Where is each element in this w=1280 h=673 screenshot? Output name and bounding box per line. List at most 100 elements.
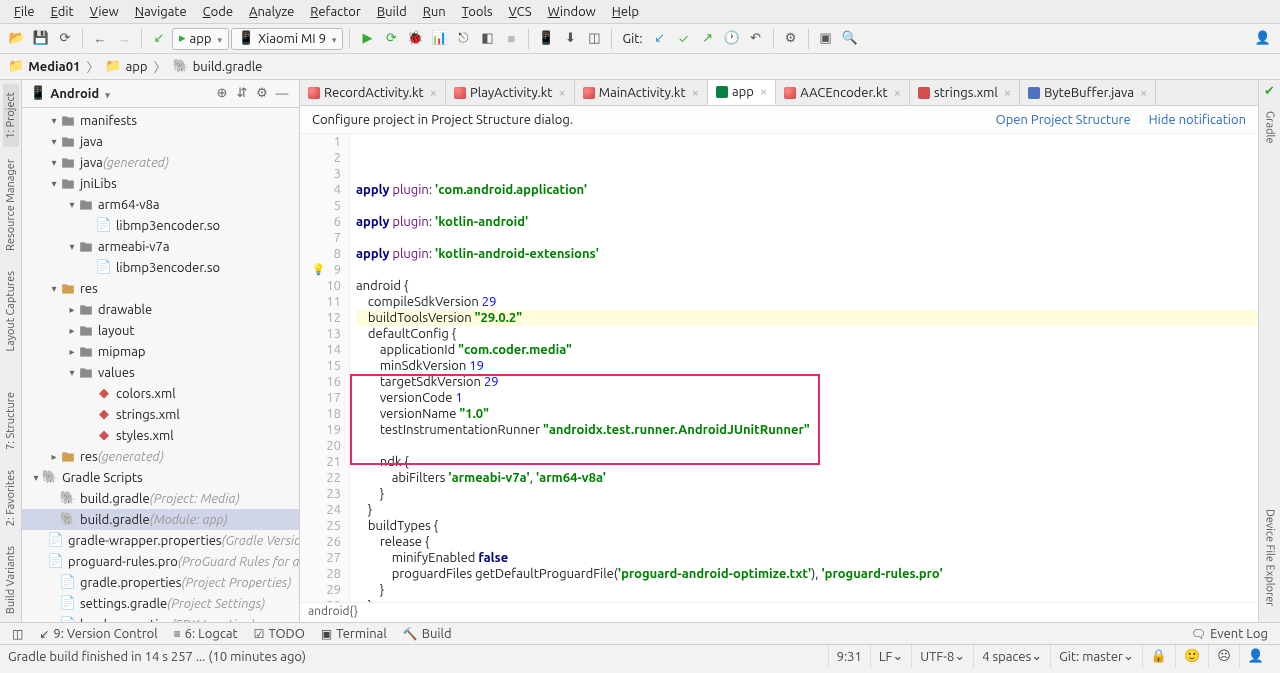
user-icon[interactable]: 👤 [1252,28,1274,50]
close-icon[interactable]: × [692,86,699,100]
tree-item-res[interactable]: ▾res [22,278,299,299]
tree-item-values[interactable]: ▾values [22,362,299,383]
code-line-5[interactable]: apply plugin: 'kotlin-android-extensions… [356,246,1258,262]
project-tree[interactable]: ▾manifests▾java▾java (generated)▾jniLibs… [22,108,299,622]
sidebar-mode-select[interactable]: 📱 Android [30,86,211,101]
locate-icon[interactable]: ⊕ [213,85,231,103]
editor-tab-bytebuffer-java[interactable]: ByteBuffer.java× [1020,80,1156,105]
sync-icon[interactable]: ⟳ [54,28,76,50]
editor-tab-recordactivity-kt[interactable]: RecordActivity.kt× [300,80,446,105]
menu-navigate[interactable]: Navigate [127,3,195,21]
code-content[interactable]: apply plugin: 'com.android.application' … [350,134,1258,602]
tree-item-mipmap[interactable]: ▸mipmap [22,341,299,362]
code-line-23[interactable]: release { [356,534,1258,550]
terminal-tab[interactable]: ▣ Terminal [313,623,395,644]
chevron-icon[interactable]: ▸ [66,346,78,358]
breadcrumb[interactable]: 📁 Media01 〉 📁 app 〉 🐘 build.gradle [8,57,262,76]
tool-square-icon[interactable]: ◫ [4,623,31,644]
tree-item-java[interactable]: ▾java [22,131,299,152]
encoding[interactable]: UTF-8 ⌄ [911,645,973,668]
chevron-icon[interactable]: ▾ [48,115,60,127]
open-project-structure-link[interactable]: Open Project Structure [996,113,1131,127]
menu-help[interactable]: Help [604,3,647,21]
hide-icon[interactable]: — [273,85,291,103]
inspection-icon[interactable]: ✔ [1264,84,1275,98]
menu-window[interactable]: Window [540,3,604,21]
smiley-icon[interactable]: 🙂 [1175,645,1208,668]
code-line-17[interactable] [356,438,1258,454]
close-icon[interactable]: × [430,86,437,100]
layout-bounds-icon[interactable]: ▣ [815,28,837,50]
code-line-3[interactable]: apply plugin: 'kotlin-android' [356,214,1258,230]
git-commit-icon[interactable]: ✓ [673,28,695,50]
chevron-icon[interactable]: ▾ [66,367,78,379]
breadcrumb-file[interactable]: 🐘 build.gradle [173,59,263,74]
editor-tab-aacencoder-kt[interactable]: AACEncoder.kt× [776,80,910,105]
git-branch[interactable]: Git: master ⌄ [1050,645,1142,668]
man-icon[interactable]: 👤 [1239,645,1272,668]
event-log-tab[interactable]: 🗨 Event Log [1183,623,1276,644]
run-icon[interactable]: ▶ [356,28,378,50]
code-line-12[interactable]: minSdkVersion 19 [356,358,1258,374]
code-line-4[interactable] [356,230,1258,246]
structure-tab[interactable]: 7: Structure [3,384,19,458]
tree-item-build-gradle[interactable]: 🐘build.gradle (Project: Media) [22,488,299,509]
chevron-icon[interactable]: ▾ [30,472,42,484]
code-line-20[interactable]: } [356,486,1258,502]
code-line-21[interactable]: } [356,502,1258,518]
code-line-14[interactable]: versionCode 1 [356,390,1258,406]
menu-run[interactable]: Run [415,3,454,21]
tree-item-gradle-scripts[interactable]: ▾🐘Gradle Scripts [22,467,299,488]
tree-item-styles-xml[interactable]: ◆styles.xml [22,425,299,446]
caret-position[interactable]: 9:31 [828,645,870,668]
code-line-1[interactable]: apply plugin: 'com.android.application' [356,182,1258,198]
menu-analyze[interactable]: Analyze [241,3,302,21]
tree-item-manifests[interactable]: ▾manifests [22,110,299,131]
close-icon[interactable]: × [760,85,767,99]
code-line-22[interactable]: buildTypes { [356,518,1258,534]
avd-icon[interactable]: 📱 [535,28,557,50]
chevron-icon[interactable]: ▸ [66,304,78,316]
chevron-icon[interactable]: ▾ [48,178,60,190]
code-editor[interactable]: 1234567891011121314151617181920212223242… [300,134,1258,602]
chevron-icon[interactable]: ▸ [48,451,60,463]
layout-captures-tab[interactable]: Layout Captures [3,263,19,360]
tree-item-strings-xml[interactable]: ◆strings.xml [22,404,299,425]
tree-item-colors-xml[interactable]: ◆colors.xml [22,383,299,404]
breadcrumb-module[interactable]: 📁 app [105,59,147,74]
indent[interactable]: 4 spaces ⌄ [973,645,1050,668]
code-line-6[interactable] [356,262,1258,278]
tree-item-gradle-wrapper-properties[interactable]: 📄gradle-wrapper.properties (Gradle Versi… [22,530,299,551]
build-tab[interactable]: 🔨 Build [395,623,460,644]
tree-item-jnilibs[interactable]: ▾jniLibs [22,173,299,194]
favorites-tab[interactable]: 2: Favorites [3,462,19,534]
git-rollback-icon[interactable]: ↶ [745,28,767,50]
close-icon[interactable]: × [894,86,901,100]
git-update-icon[interactable]: ↙ [649,28,671,50]
line-gutter[interactable]: 1234567891011121314151617181920212223242… [300,134,350,602]
chevron-icon[interactable]: ▸ [66,325,78,337]
apply-changes-icon[interactable]: ⟳ [380,28,402,50]
tree-item-build-gradle[interactable]: 🐘build.gradle (Module: app) [22,509,299,530]
collapse-icon[interactable]: ⇵ [233,85,251,103]
hide-notification-link[interactable]: Hide notification [1149,113,1246,127]
todo-tab[interactable]: ☑ TODO [246,623,313,644]
debug-icon[interactable]: 🐞 [404,28,426,50]
close-icon[interactable]: × [1004,86,1011,100]
sdk-icon[interactable]: ⬇ [559,28,581,50]
forward-icon[interactable]: → [113,28,135,50]
chevron-icon[interactable]: ▾ [48,283,60,295]
code-line-13[interactable]: targetSdkVersion 29 [356,374,1258,390]
gradle-tool-tab[interactable]: Gradle [1262,103,1278,152]
tree-item-arm64-v8a[interactable]: ▾arm64-v8a [22,194,299,215]
profile-icon[interactable]: 📊 [428,28,450,50]
code-line-7[interactable]: android { [356,278,1258,294]
make-icon[interactable]: ↙ [148,28,170,50]
close-icon[interactable]: × [558,86,565,100]
resource-manager-tab[interactable]: Resource Manager [3,151,19,259]
build-variants-tab[interactable]: Build Variants [3,538,19,622]
chevron-icon[interactable]: ▾ [48,157,60,169]
tree-item-proguard-rules-pro[interactable]: 📄proguard-rules.pro (ProGuard Rules for … [22,551,299,572]
code-line-16[interactable]: testInstrumentationRunner "androidx.test… [356,422,1258,438]
device-select[interactable]: 📱Xiaomi MI 9 [231,28,343,50]
